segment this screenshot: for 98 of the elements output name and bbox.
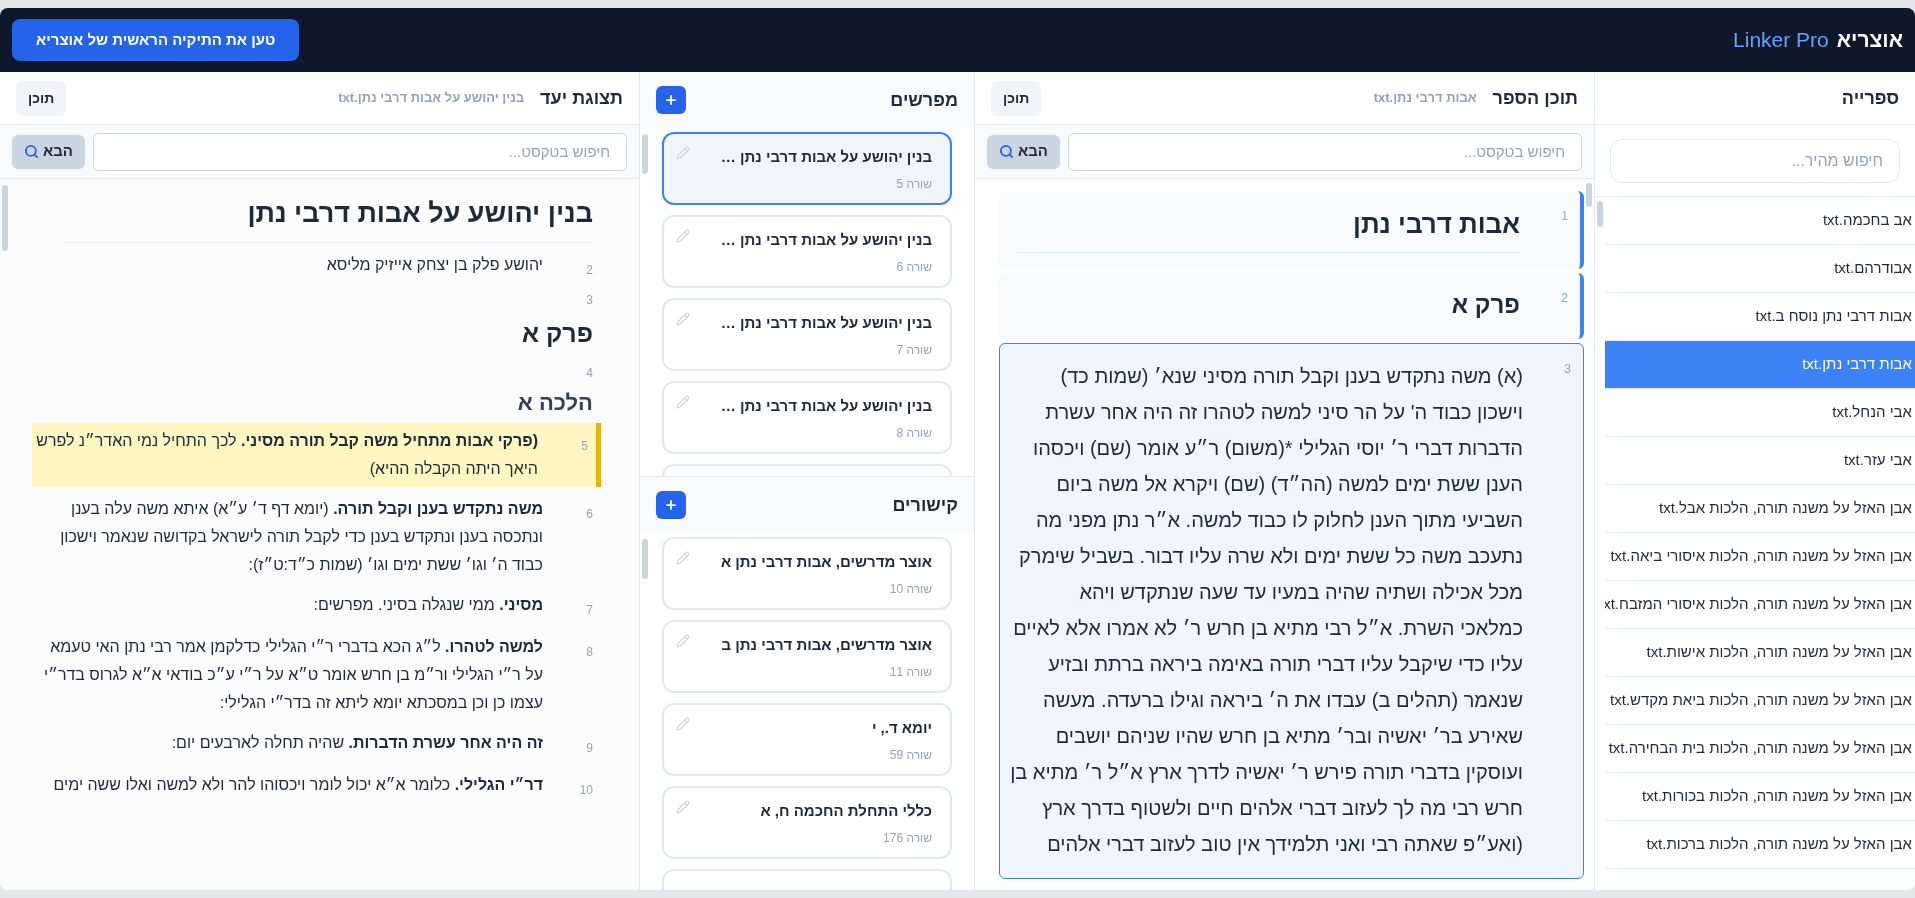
line-number: 6 [586, 507, 593, 521]
search-field[interactable]: חיפוש בטקסט... [93, 132, 627, 171]
commentary-text: למשה לטהרו. ל״ג הכא בדברי ר״י הגלילי כדלקמן אמר רבי נתן האי טעמא על ר״י הגלילי ור״מ בן חרש אומר ט״א על ר״י ע״כ בודאי א״א לגרוס בדר״י עצמו כן וכן במסכתא יומא ליתא זה בדר״י הגלילי: [43, 637, 543, 713]
search-icon [24, 144, 39, 159]
line-number: 3 [1563, 361, 1571, 378]
reference-title: יומא ד., י [871, 718, 932, 738]
line-label: שורה 11 [889, 663, 932, 681]
scrollbar-thumb[interactable] [642, 134, 648, 174]
pencil-icon [676, 800, 690, 814]
line-number: 2 [1560, 290, 1568, 307]
quick-search-field[interactable]: חיפוש מהיר... [1610, 138, 1900, 183]
line-label: שורה 176 [883, 829, 932, 847]
book-title: בנין יהושע על אבות דרבי נתן [247, 198, 593, 228]
reference-title: כללי התחלת החכמה ח, א [760, 801, 932, 821]
reference-title: בנין יהושע על אבות דרבי נתן … [720, 396, 932, 416]
reference-card[interactable]: יומא ד., י שורה 59 [662, 703, 952, 776]
plus-icon [664, 498, 678, 512]
library-item[interactable]: אב בחכמה.txt [1605, 197, 1915, 245]
scrollbar-thumb[interactable] [1586, 183, 1592, 207]
pencil-icon [676, 229, 690, 243]
pencil-icon [676, 146, 690, 160]
pencil-icon [676, 395, 690, 409]
line-number: 4 [586, 365, 593, 382]
panel-title: תוכן הספר [1492, 86, 1578, 110]
library-item[interactable]: אבן האזל על משנה תורה, הלכות בכורות.txt [1605, 773, 1915, 821]
panel-title: ספרייה [1841, 86, 1899, 110]
reference-title: אוצר מדרשים, אבות דרבי נתן א [720, 552, 932, 572]
pencil-icon [676, 551, 690, 565]
library-item[interactable]: אבן האזל על משנה תורה, הלכות בית הבחירה.txt [1605, 725, 1915, 773]
section-title: מפרשים [890, 88, 958, 112]
line-number: 10 [579, 783, 593, 797]
toc-button[interactable]: תוכן [991, 80, 1042, 116]
load-folder-button[interactable]: טען את התיקיה הראשית של אוצריא [12, 18, 300, 62]
section-heading: הלכה א [517, 389, 593, 417]
line-label: שורה 6 [896, 258, 932, 276]
scrollbar-thumb[interactable] [2, 185, 8, 251]
commentary-text: מסיני. ממי שנגלה בסיני. מפרשים: [312, 595, 543, 615]
library-item[interactable]: אבודרהם.txt [1605, 245, 1915, 293]
plus-icon [664, 93, 678, 107]
commentary-text: (פרקי אבות מתחיל משה קבל תורה מסיני. לכך התחיל נמי האדר״נ לפרש היאך היתה הקבלה ההיא) [35, 431, 538, 479]
search-icon [999, 144, 1014, 159]
line-label: שורה 5 [896, 175, 932, 193]
reference-title: בנין יהושע על אבות דרבי נתן … [720, 230, 932, 250]
add-button[interactable] [656, 491, 686, 519]
next-button[interactable]: הבא [12, 134, 85, 169]
reference-title: בנין יהושע על אבות דרבי נתן … [720, 313, 932, 333]
search-field[interactable]: חיפוש בטקסט... [1068, 132, 1582, 171]
commentary-text: יהושע פלק בן יצחק אייזיק מליסא [325, 254, 543, 275]
line-label: שורה 8 [896, 424, 932, 442]
add-button[interactable] [656, 86, 686, 114]
commentary-text: דר״י הגלילי. כלומר א״א יכול לומר ויכסוהו להר ולא למשה ואלו ששה ימים [52, 775, 543, 795]
library-item[interactable]: אבן האזל על משנה תורה, הלכות איסורי ביאה.txt [1605, 533, 1915, 581]
line-label: שורה 59 [889, 746, 932, 764]
library-item[interactable]: אבן האזל על משנה תורה, הלכות ביאת מקדש.txt [1605, 677, 1915, 725]
pencil-icon [676, 312, 690, 326]
line-label: שורה 10 [889, 580, 932, 598]
next-button[interactable]: הבא [987, 134, 1060, 169]
line-number: 7 [586, 603, 593, 617]
library-item[interactable]: אבן האזל על משנה תורה, הלכות אבל.txt [1605, 485, 1915, 533]
file-name: בנין יהושע על אבות דרבי נתן.txt [338, 89, 525, 108]
line-number: 8 [586, 645, 593, 659]
line-number: 3 [586, 291, 593, 309]
toc-button[interactable]: תוכן [16, 80, 67, 116]
scrollbar-thumb[interactable] [642, 539, 648, 579]
line-number: 2 [586, 262, 593, 277]
section-title: קישורים [892, 493, 958, 517]
reference-title: אוצר מדרשים, אבות דרבי נתן ב [721, 635, 932, 655]
pencil-icon [676, 717, 690, 731]
reference-card[interactable]: אוצר מדרשים, אבות דרבי נתן א שורה 10 [662, 537, 952, 610]
commentary-text: זה היה אחר עשרת הדברות. שהיה תחלה לארבעים יום: [170, 733, 543, 753]
chapter-heading: פרק א [1451, 291, 1520, 318]
commentary-text: משה נתקדש בענן וקבל תורה. (יומא דף ד׳ ע״א) איתא משה עלה בענן ונתכסה בענן ונתקדש בענן כדי לקבל תורה לישראל בקדושה שנאמר וישכון כבוד ה׳ וגו׳ ששת ימים וגו׳ (שמות כ״ד:ט״ז): [59, 499, 543, 575]
scrollbar-thumb[interactable] [1597, 201, 1603, 227]
library-item[interactable]: אבן האזל על משנה תורה, הלכות איסורי המזבח.xt [1605, 581, 1915, 629]
reference-card[interactable]: בנין יהושע על אבות דרבי נתן … שורה 8 [662, 381, 952, 454]
app-brand: אוצריא [1836, 27, 1903, 54]
reference-card[interactable]: כללי התחלת החכמה ח, א שורה 176 [662, 786, 952, 859]
library-item[interactable]: אבן האזל על משנה תורה, הלכות אישות.txt [1605, 629, 1915, 677]
line-number: 5 [581, 439, 588, 453]
reference-card[interactable]: בנין יהושע על אבות דרבי נתן … שורה 7 [662, 298, 952, 371]
library-item[interactable]: אבות דרבי נתן.txt [1605, 341, 1915, 389]
chapter-heading: פרק א [521, 317, 593, 349]
library-item[interactable]: אבי עזר.txt [1605, 437, 1915, 485]
reference-card[interactable]: בנין יהושע על אבות דרבי נתן … שורה 5 [662, 132, 952, 205]
panel-title: תצוגת יעד [540, 86, 623, 110]
line-label: שורה 7 [896, 341, 932, 359]
line-number: 9 [586, 741, 593, 755]
file-name: אבות דרבי נתן.txt [1373, 89, 1477, 108]
library-item[interactable]: אבי הנחל.txt [1605, 389, 1915, 437]
product-name: Linker Pro [1733, 27, 1829, 54]
reference-title: בנין יהושע על אבות דרבי נתן … [720, 147, 932, 167]
reference-card[interactable]: אוצר מדרשים, אבות דרבי נתן ב שורה 11 [662, 620, 952, 693]
book-title: אבות דרבי נתן [1353, 209, 1520, 239]
text-paragraph: (א) משה נתקדש בענן וקבל תורה מסיני שנא׳ (שמות כד) וישכון כבוד ה' על הר סיני למשה לטהרו זה היה אחר עשרת הדברות דברי ר׳ יוסי הגלילי *(משום) ר״ע אומר (שם) ויכסהו הענן ששת ימים למשה (הה״ד) (שם) ויקרא אל משה ביום השביעי מתוך הענן לחלוק לו כבוד למשה. א״ר נתן מפני מה נתעכב משה כל ששת ימים ולא שרה עליו דבור. בשביל שימרק מכל אכילה ושתיה שהיה במעיו עד שעה שנתקדש ויהא כמלאכי השרת. א״ל רבי מתיא בן חרש ר׳ לא אמרו אלא לאיים עליו כדי שיקבל עליו דברי תורה באימה ביראה ברתת ובזיע שנאמר (תהלים ב) עבדו את ה׳ ביראה וגילו ברעדה. מעשה שאירע בר׳ יאשיה ובר׳ מתיא בן חרש שהיו שניהם יושבים ועוסקין בדברי תורה פירש ר׳ יאשיה לדרך ארץ א״ל ר׳ מתיא בן חרש רבי מה לך לעזוב דברי אלהים חיים ולשטוף בדרך ארץ (ואע״פ שאתה רבי ואני תלמידך אין טוב לעזוב דברי אלהים [1009, 364, 1523, 857]
line-number: 1 [1560, 208, 1568, 225]
reference-card[interactable]: בנין יהושע על אבות דרבי נתן … שורה 6 [662, 215, 952, 288]
pencil-icon [676, 634, 690, 648]
library-item[interactable]: אבן האזל על משנה תורה, הלכות ברכות.txt [1605, 821, 1915, 869]
